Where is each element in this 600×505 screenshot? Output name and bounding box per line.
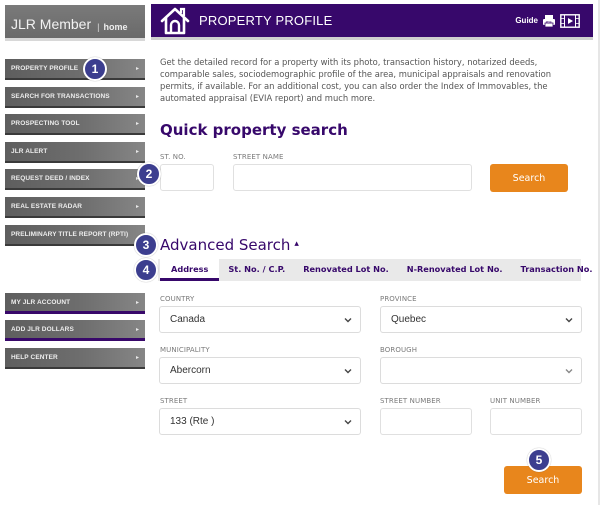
chevron-down-icon	[344, 317, 352, 322]
advanced-search-title: Advanced Search	[160, 236, 291, 254]
sidebar: JLR Member | home PROPERTY PROFILE ▸ SEA…	[0, 0, 150, 505]
tab-transaction-no[interactable]: Transaction No.	[512, 259, 600, 281]
page-title: PROPERTY PROFILE	[199, 13, 333, 28]
unit-number-input[interactable]	[490, 408, 582, 435]
borough-select[interactable]	[380, 357, 582, 384]
tab-st-no-cp[interactable]: St. No. / C.P.	[219, 259, 294, 281]
street-value: 133 (Rte )	[170, 416, 215, 427]
header-tools: Guide PDF	[515, 13, 580, 28]
street-name-input[interactable]	[233, 164, 472, 191]
intro-description: Get the detailed record for a property w…	[160, 57, 552, 103]
sidebar-item-search-transactions[interactable]: SEARCH FOR TRANSACTIONS ▸	[5, 87, 145, 108]
sidebar-item-label: JLR ALERT	[11, 148, 48, 155]
home-icon	[160, 7, 190, 34]
tab-address[interactable]: Address	[160, 259, 220, 281]
province-label: PROVINCE	[380, 295, 417, 303]
pdf-icon[interactable]: PDF	[542, 14, 556, 28]
sidebar-item-label: SEARCH FOR TRANSACTIONS	[11, 93, 110, 100]
advanced-search-toggle[interactable]: Advanced Search ▴	[160, 236, 299, 254]
sidebar-item-label: PRELIMINARY TITLE REPORT (RPTI)	[11, 231, 129, 238]
chevron-down-icon	[344, 419, 352, 424]
municipality-select[interactable]: Abercorn	[159, 357, 361, 384]
sidebar-item-label: PROSPECTING TOOL	[11, 120, 80, 127]
chevron-up-icon: ▴	[294, 239, 299, 249]
arrow-right-icon: ▸	[135, 298, 139, 306]
tab-n-renovated-lot-no[interactable]: N-Renovated Lot No.	[398, 259, 512, 281]
step-marker-4: 4	[134, 258, 158, 282]
sidebar-item-label: ADD JLR DOLLARS	[11, 325, 74, 333]
home-link[interactable]: home	[103, 22, 127, 32]
arrow-right-icon: ▸	[135, 120, 139, 127]
sidebar-item-jlr-alert[interactable]: JLR ALERT ▸	[5, 142, 145, 163]
sidebar-item-my-jlr-account[interactable]: MY JLR ACCOUNT ▸	[5, 293, 145, 314]
sidebar-item-property-profile[interactable]: PROPERTY PROFILE ▸	[5, 59, 145, 80]
step-marker-2: 2	[137, 162, 161, 186]
quick-search-button[interactable]: Search	[490, 164, 568, 192]
arrow-right-icon: ▸	[135, 65, 139, 72]
sidebar-item-prospecting-tool[interactable]: PROSPECTING TOOL ▸	[5, 114, 145, 135]
country-select[interactable]: Canada	[159, 306, 361, 333]
arrow-right-icon: ▸	[135, 148, 139, 155]
st-no-label: ST. NO.	[160, 153, 186, 161]
street-label: STREET	[160, 397, 188, 405]
advanced-search-tabs: Address St. No. / C.P. Renovated Lot No.…	[158, 259, 592, 281]
country-value: Canada	[170, 314, 206, 325]
guide-label: Guide	[515, 16, 538, 25]
chevron-down-icon	[565, 317, 573, 322]
municipality-label: MUNICIPALITY	[160, 346, 210, 354]
street-number-input[interactable]	[380, 408, 472, 435]
sidebar-item-preliminary-title-report[interactable]: PRELIMINARY TITLE REPORT (RPTI)	[5, 225, 145, 246]
chevron-down-icon	[565, 368, 573, 373]
step-marker-5: 5	[527, 448, 551, 472]
sidebar-item-label: REAL ESTATE RADAR	[11, 203, 83, 210]
tab-renovated-lot-no[interactable]: Renovated Lot No.	[294, 259, 398, 281]
province-value: Quebec	[391, 314, 427, 325]
member-header: JLR Member | home	[5, 5, 145, 41]
street-number-label: STREET NUMBER	[380, 397, 441, 405]
sidebar-item-label: MY JLR ACCOUNT	[11, 298, 71, 306]
arrow-right-icon: ▸	[135, 203, 139, 210]
step-marker-3: 3	[134, 233, 158, 257]
sidebar-item-label: HELP CENTER	[11, 354, 58, 361]
member-separator: |	[97, 22, 100, 32]
chevron-down-icon	[344, 368, 352, 373]
svg-text:PDF: PDF	[546, 20, 552, 24]
sidebar-item-real-estate-radar[interactable]: REAL ESTATE RADAR ▸	[5, 197, 145, 218]
arrow-right-icon: ▸	[135, 354, 139, 361]
st-no-input[interactable]	[160, 164, 214, 191]
video-icon[interactable]	[560, 13, 580, 28]
unit-number-label: UNIT NUMBER	[490, 397, 541, 405]
arrow-right-icon: ▸	[135, 325, 139, 333]
municipality-value: Abercorn	[170, 365, 211, 376]
province-select[interactable]: Quebec	[380, 306, 582, 333]
page-header: PROPERTY PROFILE Guide PDF	[151, 4, 593, 40]
step-marker-1: 1	[83, 57, 107, 81]
street-name-label: STREET NAME	[233, 153, 284, 161]
borough-label: BOROUGH	[380, 346, 418, 354]
street-select[interactable]: 133 (Rte )	[159, 408, 361, 435]
sidebar-item-request-deed[interactable]: REQUEST DEED / INDEX ▸	[5, 169, 145, 190]
sidebar-item-add-jlr-dollars[interactable]: ADD JLR DOLLARS ▸	[5, 320, 145, 341]
sidebar-item-label: PROPERTY PROFILE	[11, 65, 79, 72]
country-label: COUNTRY	[160, 295, 195, 303]
main-panel: PROPERTY PROFILE Guide PDF Get the detai…	[150, 0, 600, 505]
member-title: JLR Member	[11, 16, 92, 32]
sidebar-item-help-center[interactable]: HELP CENTER ▸	[5, 348, 145, 369]
arrow-right-icon: ▸	[135, 93, 139, 100]
sidebar-item-label: REQUEST DEED / INDEX	[11, 175, 90, 182]
quick-search-title: Quick property search	[160, 121, 348, 139]
